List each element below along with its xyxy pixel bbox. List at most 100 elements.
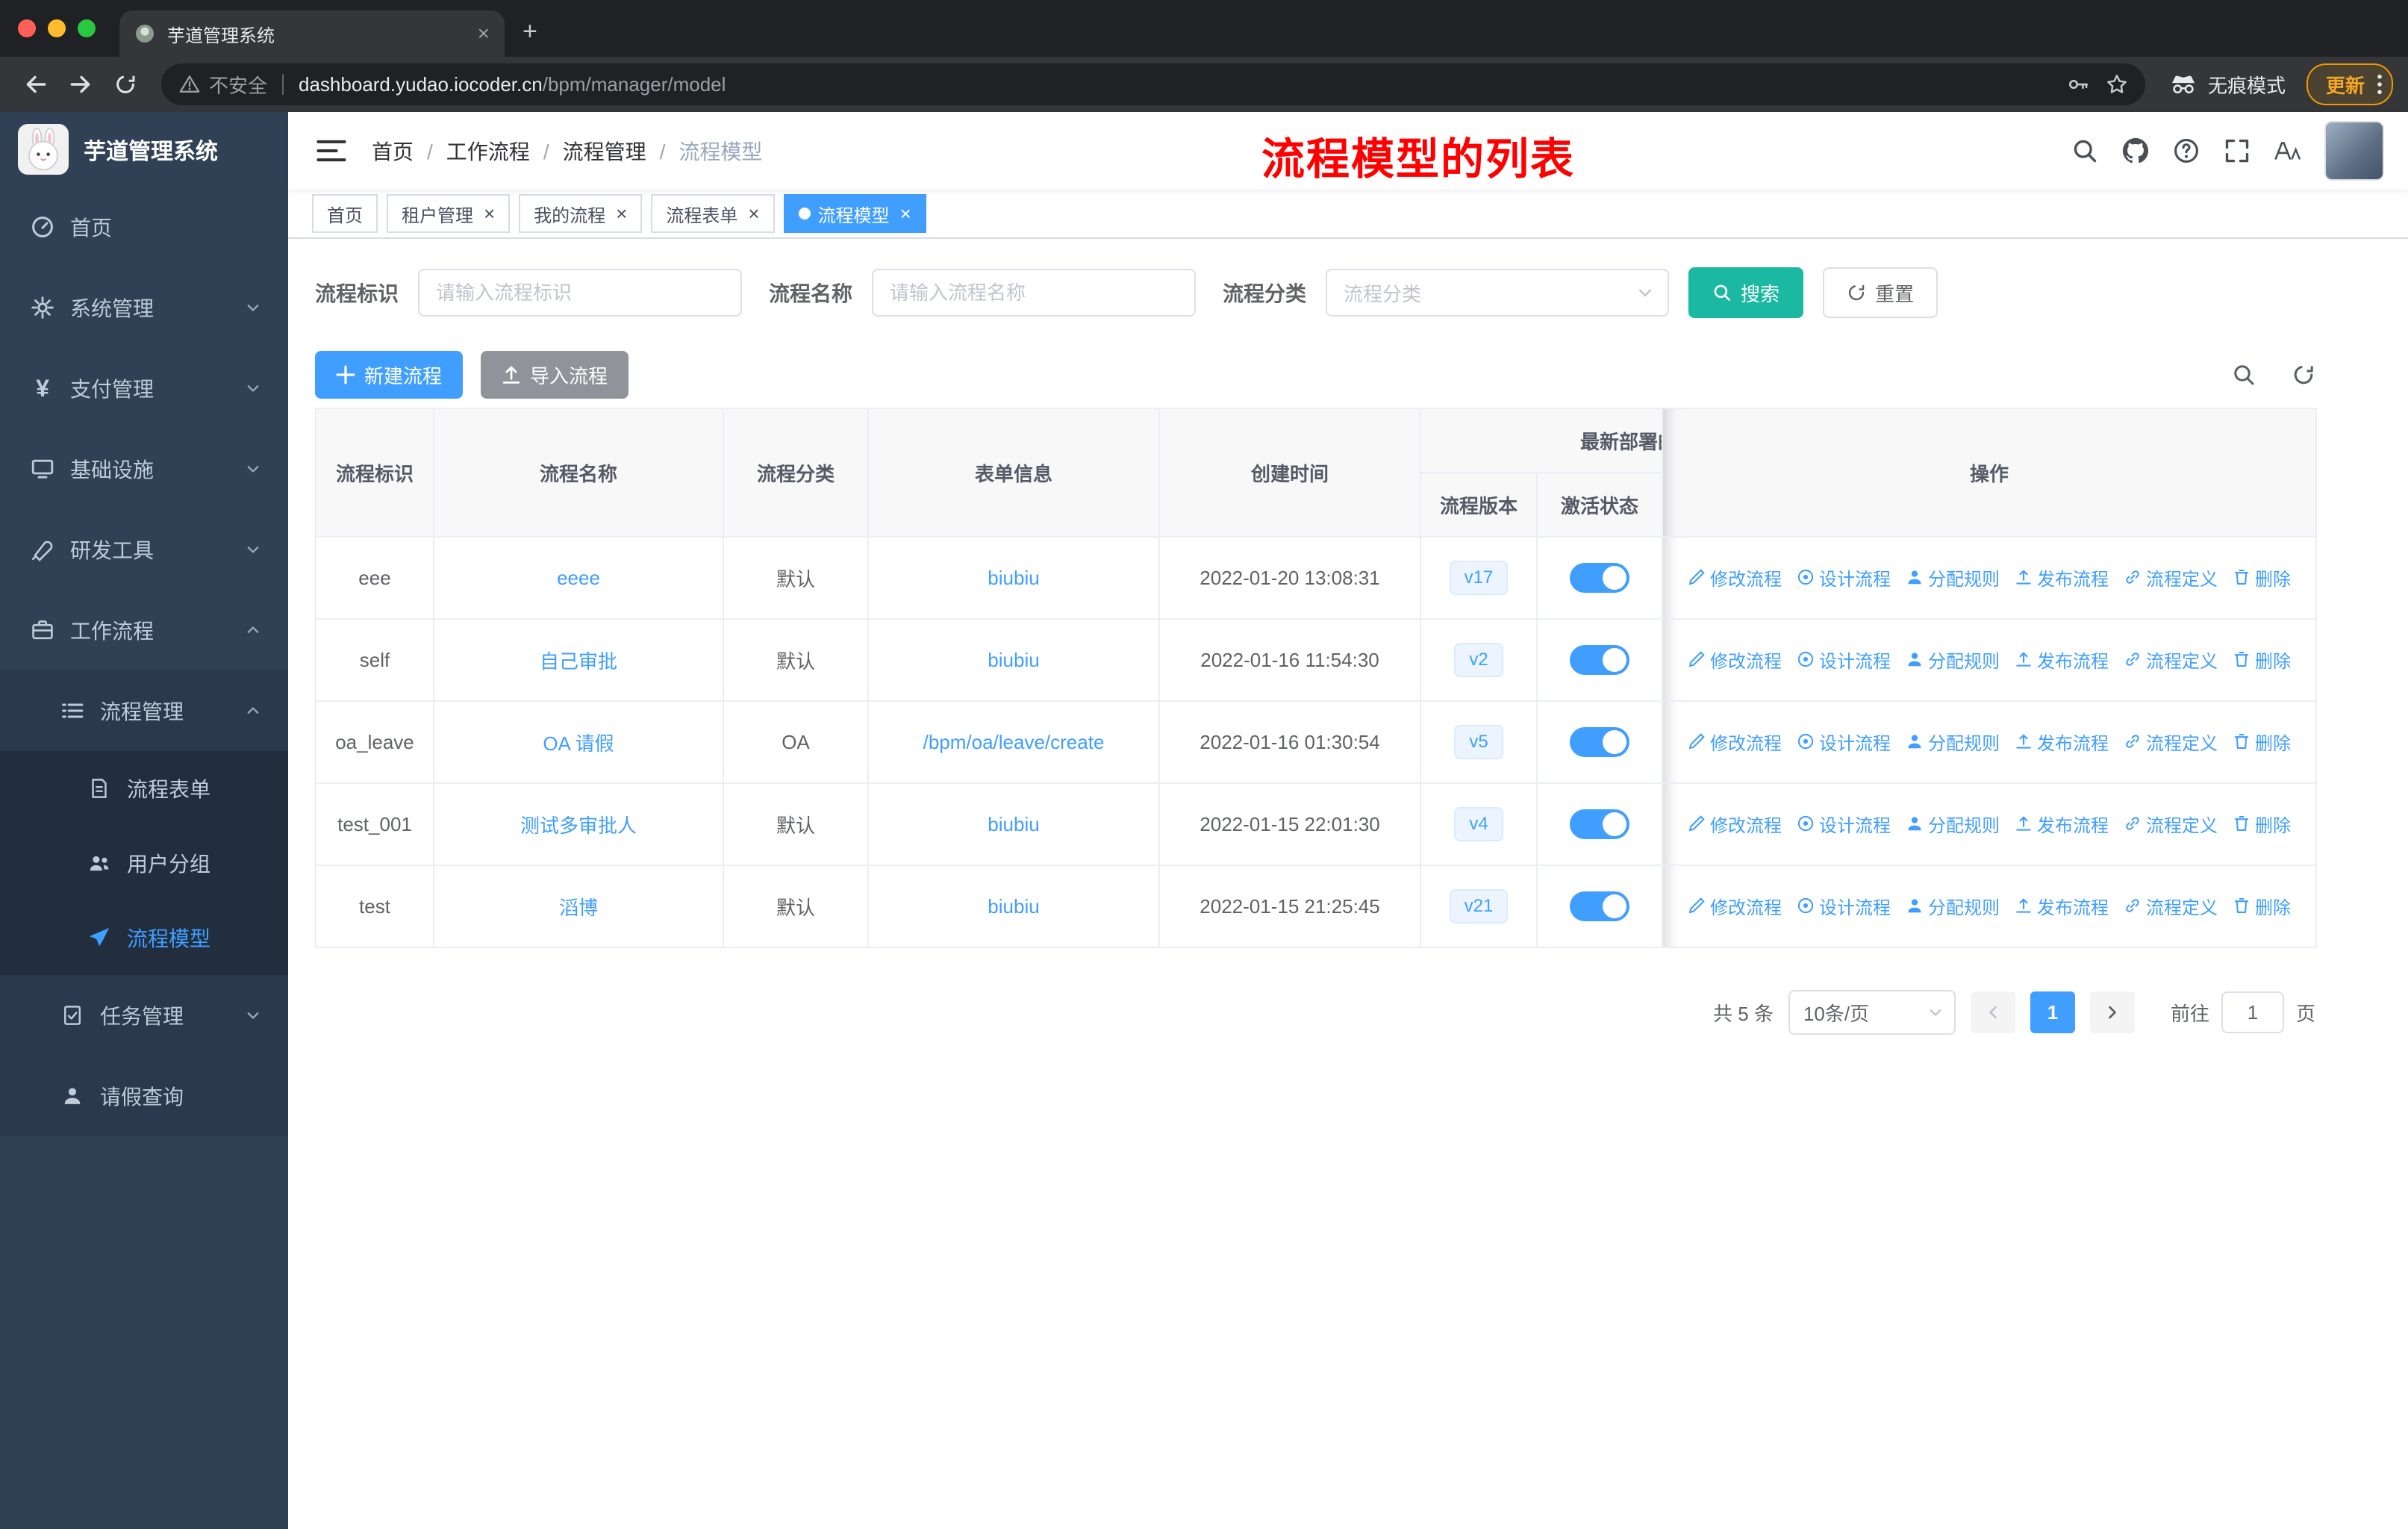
page-number-current[interactable]: 1 <box>2030 991 2075 1033</box>
action-assign-rule-link[interactable]: 分配规则 <box>1906 729 2000 755</box>
action-modify-link[interactable]: 修改流程 <box>1688 647 1782 673</box>
action-assign-rule-link[interactable]: 分配规则 <box>1906 564 2000 591</box>
action-definition-link[interactable]: 流程定义 <box>2124 893 2218 919</box>
back-button[interactable] <box>15 63 57 105</box>
action-publish-link[interactable]: 发布流程 <box>2015 647 2109 673</box>
action-definition-link[interactable]: 流程定义 <box>2124 811 2218 837</box>
action-delete-link[interactable]: 删除 <box>2233 729 2291 755</box>
github-button[interactable] <box>2121 137 2150 165</box>
forward-button[interactable] <box>60 63 102 105</box>
action-delete-link[interactable]: 删除 <box>2233 647 2291 673</box>
action-modify-link[interactable]: 修改流程 <box>1688 564 1782 591</box>
refresh-table-icon[interactable] <box>2292 363 2315 387</box>
bookmark-star-button[interactable] <box>2097 65 2136 104</box>
prev-page-button[interactable] <box>1970 991 2015 1033</box>
category-select[interactable]: 流程分类 <box>1326 269 1670 317</box>
tag-tenant-management[interactable]: 租户管理 × <box>387 194 511 233</box>
hamburger-icon[interactable] <box>315 134 348 167</box>
font-size-button[interactable] <box>2274 137 2302 165</box>
form-info-link[interactable]: biubiu <box>988 895 1039 918</box>
breadcrumb-process-management[interactable]: 流程管理 <box>563 136 679 166</box>
tag-home[interactable]: 首页 <box>312 194 378 233</box>
action-assign-rule-link[interactable]: 分配规则 <box>1906 647 2000 673</box>
action-design-link[interactable]: 设计流程 <box>1797 811 1891 837</box>
tag-process-form[interactable]: 流程表单 × <box>651 194 775 233</box>
action-publish-link[interactable]: 发布流程 <box>2015 893 2109 919</box>
tag-my-process[interactable]: 我的流程 × <box>519 194 643 233</box>
action-modify-link[interactable]: 修改流程 <box>1688 893 1782 919</box>
action-publish-link[interactable]: 发布流程 <box>2015 564 2109 591</box>
sidebar-item-devtools[interactable]: 研发工具 <box>0 509 288 590</box>
action-definition-link[interactable]: 流程定义 <box>2124 564 2218 591</box>
sidebar-item-user-group[interactable]: 用户分组 <box>0 826 288 900</box>
new-tab-button[interactable]: + <box>523 17 537 46</box>
passwords-key-button[interactable] <box>2059 65 2097 104</box>
create-model-button[interactable]: 新建流程 <box>315 351 464 399</box>
reload-button[interactable] <box>105 63 146 105</box>
breadcrumb-workflow[interactable]: 工作流程 <box>446 136 563 166</box>
import-model-button[interactable]: 导入流程 <box>481 351 629 399</box>
model-name-link[interactable]: 测试多审批人 <box>520 815 637 837</box>
browser-tab[interactable]: 芋道管理系统 × <box>119 10 505 57</box>
model-name-link[interactable]: 自己审批 <box>540 650 617 673</box>
active-toggle[interactable] <box>1570 891 1629 921</box>
tag-close-icon[interactable]: × <box>900 204 911 223</box>
action-design-link[interactable]: 设计流程 <box>1797 647 1891 673</box>
action-delete-link[interactable]: 删除 <box>2233 893 2291 919</box>
browser-menu-icon[interactable] <box>2377 73 2383 96</box>
active-toggle[interactable] <box>1570 563 1629 593</box>
address-bar[interactable]: 不安全 dashboard.yudao.iocoder.cn /bpm/mana… <box>161 63 2145 105</box>
tag-process-model[interactable]: 流程模型 × <box>783 194 926 233</box>
help-button[interactable] <box>2172 137 2200 165</box>
form-info-link[interactable]: biubiu <box>988 813 1039 835</box>
active-toggle[interactable] <box>1570 645 1629 675</box>
page-size-select[interactable]: 10条/页 <box>1788 990 1956 1035</box>
zoom-window-button[interactable] <box>78 19 96 37</box>
action-design-link[interactable]: 设计流程 <box>1797 729 1891 755</box>
tag-close-icon[interactable]: × <box>484 204 495 223</box>
reset-button[interactable]: 重置 <box>1823 267 1938 318</box>
fullscreen-button[interactable] <box>2223 137 2251 165</box>
action-assign-rule-link[interactable]: 分配规则 <box>1906 811 2000 837</box>
action-delete-link[interactable]: 删除 <box>2233 564 2291 591</box>
form-info-link[interactable]: biubiu <box>988 649 1039 671</box>
action-modify-link[interactable]: 修改流程 <box>1688 729 1782 755</box>
model-name-link[interactable]: 滔博 <box>559 897 598 919</box>
goto-page-input[interactable] <box>2221 991 2284 1033</box>
action-publish-link[interactable]: 发布流程 <box>2015 811 2109 837</box>
model-name-link[interactable]: eeee <box>557 567 600 589</box>
sidebar-item-leave-query[interactable]: 请假查询 <box>0 1056 288 1136</box>
breadcrumb-home[interactable]: 首页 <box>372 136 446 166</box>
search-button[interactable] <box>2071 137 2099 165</box>
action-definition-link[interactable]: 流程定义 <box>2124 647 2218 673</box>
update-browser-button[interactable]: 更新 <box>2306 63 2393 105</box>
sidebar-item-process-model[interactable]: 流程模型 <box>0 900 288 975</box>
action-publish-link[interactable]: 发布流程 <box>2015 729 2109 755</box>
action-modify-link[interactable]: 修改流程 <box>1688 811 1782 837</box>
action-assign-rule-link[interactable]: 分配规则 <box>1906 893 2000 919</box>
toggle-search-icon[interactable] <box>2232 363 2256 387</box>
sidebar-item-process-form[interactable]: 流程表单 <box>0 751 288 826</box>
sidebar-item-workflow[interactable]: 工作流程 <box>0 590 288 670</box>
model-name-link[interactable]: OA 请假 <box>543 732 614 755</box>
tag-close-icon[interactable]: × <box>748 204 759 223</box>
form-info-link[interactable]: biubiu <box>988 567 1039 589</box>
sidebar-item-task-management[interactable]: 任务管理 <box>0 975 288 1056</box>
action-delete-link[interactable]: 删除 <box>2233 811 2291 837</box>
security-chip[interactable]: 不安全 <box>179 71 267 99</box>
close-window-button[interactable] <box>18 19 36 37</box>
sidebar-item-infrastructure[interactable]: 基础设施 <box>0 429 288 509</box>
active-toggle[interactable] <box>1570 809 1629 839</box>
action-design-link[interactable]: 设计流程 <box>1797 564 1891 591</box>
tab-close-icon[interactable]: × <box>478 23 490 44</box>
search-button-form[interactable]: 搜索 <box>1688 267 1804 318</box>
minimize-window-button[interactable] <box>48 19 66 37</box>
form-info-link[interactable]: /bpm/oa/leave/create <box>923 731 1105 753</box>
next-page-button[interactable] <box>2089 991 2135 1033</box>
action-design-link[interactable]: 设计流程 <box>1797 893 1891 919</box>
active-toggle[interactable] <box>1570 727 1629 757</box>
model-name-input[interactable] <box>872 269 1197 317</box>
model-id-input[interactable] <box>418 269 743 317</box>
sidebar-item-system[interactable]: 系统管理 <box>0 267 288 348</box>
tag-close-icon[interactable]: × <box>616 204 627 223</box>
